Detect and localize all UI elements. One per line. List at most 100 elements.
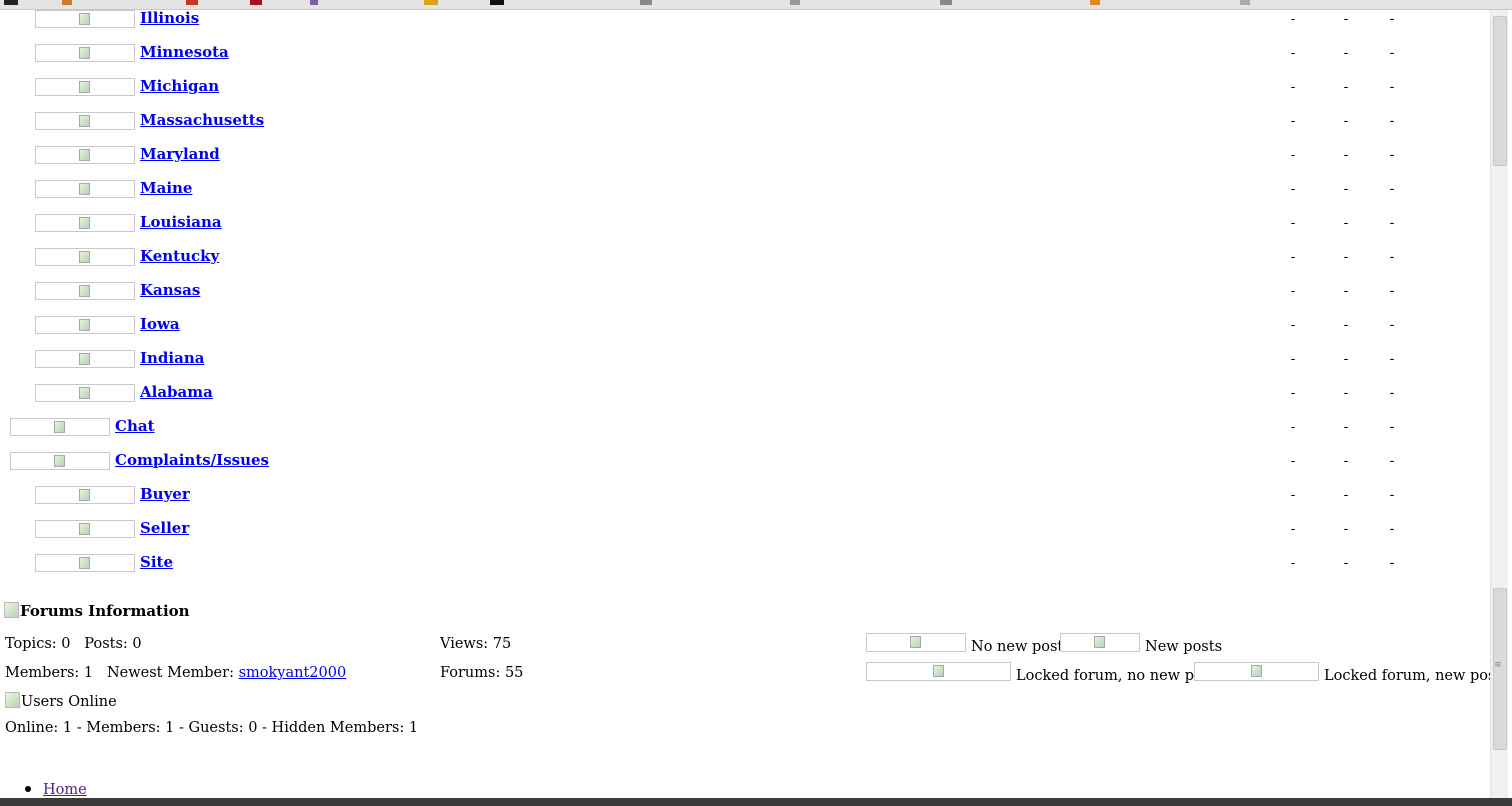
forum-link[interactable]: Chat <box>115 417 155 435</box>
forum-topics-value: - <box>1290 249 1296 265</box>
topics-posts-count: Topics: 0 Posts: 0 <box>5 636 142 652</box>
forum-link[interactable]: Kansas <box>140 281 200 299</box>
forum-posts-value: - <box>1343 521 1349 537</box>
legend-new-posts: New posts <box>1145 639 1223 655</box>
forum-posts-value: - <box>1343 385 1349 401</box>
forum-link[interactable]: Complaints/Issues <box>115 451 269 469</box>
forum-topics-value: - <box>1290 419 1296 435</box>
forum-row: Iowa - - - <box>0 315 1480 337</box>
forum-status-icon <box>35 350 135 368</box>
forum-row: Seller - - - <box>0 519 1480 541</box>
forum-last-value: - <box>1389 11 1395 27</box>
scroll-grip-icon: ≡ <box>1494 660 1502 670</box>
forum-last-value: - <box>1389 419 1395 435</box>
page-scrollbar[interactable]: ≡ <box>1490 10 1508 800</box>
forum-row: Alabama - - - <box>0 383 1480 405</box>
forum-row: Kansas - - - <box>0 281 1480 303</box>
forum-link[interactable]: Kentucky <box>140 247 219 265</box>
locked-new-posts-icon <box>1194 662 1319 681</box>
forum-status-icon <box>35 214 135 232</box>
forum-status-icon <box>10 452 110 470</box>
users-online-icon <box>5 692 20 708</box>
forum-status-icon <box>35 520 135 538</box>
forum-status-icon <box>35 248 135 266</box>
forum-row: Buyer - - - <box>0 485 1480 507</box>
forum-row: Indiana - - - <box>0 349 1480 371</box>
forum-status-icon <box>35 78 135 96</box>
forum-posts-value: - <box>1343 487 1349 503</box>
forum-last-value: - <box>1389 555 1395 571</box>
forum-last-value: - <box>1389 453 1395 469</box>
forum-row: Michigan - - - <box>0 77 1480 99</box>
forum-posts-value: - <box>1343 113 1349 129</box>
locked-no-new-posts-icon <box>866 662 1011 681</box>
forum-row: Chat - - - <box>0 417 1480 439</box>
forum-topics-value: - <box>1290 351 1296 367</box>
forum-last-value: - <box>1389 317 1395 333</box>
forum-link[interactable]: Maine <box>140 179 192 197</box>
users-online-stats: Online: 1 - Members: 1 - Guests: 0 - Hid… <box>5 720 419 736</box>
forum-link[interactable]: Illinois <box>140 9 199 27</box>
forums-information-heading: Forums Information <box>4 602 190 620</box>
forum-posts-value: - <box>1343 11 1349 27</box>
forum-posts-value: - <box>1343 555 1349 571</box>
forum-row: Maine - - - <box>0 179 1480 201</box>
forum-last-value: - <box>1389 351 1395 367</box>
forum-posts-value: - <box>1343 351 1349 367</box>
home-link[interactable]: Home <box>43 782 87 798</box>
new-posts-icon <box>1060 633 1140 652</box>
forum-posts-value: - <box>1343 215 1349 231</box>
forum-posts-value: - <box>1343 45 1349 61</box>
forum-topics-value: - <box>1290 215 1296 231</box>
newest-member-link[interactable]: smokyant2000 <box>239 665 347 681</box>
forum-topics-value: - <box>1290 521 1296 537</box>
forum-posts-value: - <box>1343 283 1349 299</box>
forum-posts-value: - <box>1343 147 1349 163</box>
forum-status-icon <box>35 10 135 28</box>
forum-link[interactable]: Maryland <box>140 145 220 163</box>
scrollbar-thumb[interactable] <box>1493 16 1507 166</box>
forum-last-value: - <box>1389 283 1395 299</box>
forum-posts-value: - <box>1343 419 1349 435</box>
forum-posts-value: - <box>1343 249 1349 265</box>
forum-link[interactable]: Buyer <box>140 485 190 503</box>
forum-posts-value: - <box>1343 453 1349 469</box>
forum-last-value: - <box>1389 487 1395 503</box>
forum-link[interactable]: Seller <box>140 519 189 537</box>
forum-posts-value: - <box>1343 317 1349 333</box>
forum-status-icon <box>35 146 135 164</box>
forum-last-value: - <box>1389 181 1395 197</box>
forum-status-icon <box>10 418 110 436</box>
forum-link[interactable]: Massachusetts <box>140 111 264 129</box>
forum-row: Massachusetts - - - <box>0 111 1480 133</box>
legend-no-new-posts: No new posts <box>971 639 1071 655</box>
forum-link[interactable]: Michigan <box>140 77 219 95</box>
forum-status-icon <box>35 316 135 334</box>
forum-topics-value: - <box>1290 45 1296 61</box>
forum-status-icon <box>35 554 135 572</box>
forum-link[interactable]: Indiana <box>140 349 204 367</box>
forum-last-value: - <box>1389 113 1395 129</box>
forum-last-value: - <box>1389 521 1395 537</box>
forum-topics-value: - <box>1290 11 1296 27</box>
list-bullet <box>25 786 31 792</box>
forum-status-icon <box>35 282 135 300</box>
forum-last-value: - <box>1389 45 1395 61</box>
forum-row: Complaints/Issues - - - <box>0 451 1480 473</box>
forum-topics-value: - <box>1290 487 1296 503</box>
members-count: Members: 1 Newest Member: smokyant2000 <box>5 665 347 681</box>
forum-link[interactable]: Alabama <box>140 383 213 401</box>
forum-status-icon <box>35 384 135 402</box>
forum-topics-value: - <box>1290 113 1296 129</box>
forum-link[interactable]: Iowa <box>140 315 180 333</box>
forum-link[interactable]: Site <box>140 553 173 571</box>
forum-status-icon <box>35 112 135 130</box>
forums-count: Forums: 55 <box>440 665 524 681</box>
forum-link[interactable]: Louisiana <box>140 213 222 231</box>
forum-row: Illinois - - - <box>0 9 1480 31</box>
forum-link[interactable]: Minnesota <box>140 43 229 61</box>
forum-row: Minnesota - - - <box>0 43 1480 65</box>
users-online-heading: Users Online <box>5 692 117 710</box>
no-new-posts-icon <box>866 633 966 652</box>
forum-topics-value: - <box>1290 283 1296 299</box>
